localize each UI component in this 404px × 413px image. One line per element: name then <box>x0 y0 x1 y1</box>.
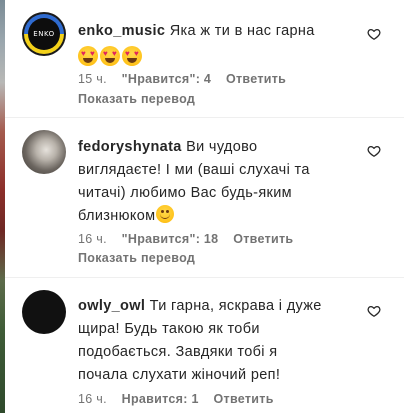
reply-button[interactable]: Ответить <box>226 72 286 86</box>
heart-eyes-face-icon: ♥ ♥ <box>78 46 98 67</box>
comment-username[interactable]: fedoryshynata <box>78 139 182 155</box>
comment-text-line: виглядаєте! І ми (ваші слухачі та <box>78 162 310 178</box>
comment-item: owly_owl Ти гарна, яскрава і дуже щира! … <box>22 290 392 410</box>
avatar[interactable] <box>22 290 66 334</box>
avatar-logo: ENKO <box>28 18 60 50</box>
divider <box>5 117 404 118</box>
comment-likes[interactable]: Нравится: 1 <box>122 392 199 406</box>
comment-likes[interactable]: "Нравится": 4 <box>122 72 212 86</box>
comment-username[interactable]: owly_owl <box>78 298 145 314</box>
reply-button[interactable]: Ответить <box>233 232 293 246</box>
comment-text-line: подобається. Завдяки тобі я <box>78 344 278 360</box>
comment-meta: 16 ч. "Нравится": 18 Ответить <box>78 232 304 246</box>
heart-eyes-face-icon: ♥ ♥ <box>100 46 120 67</box>
avatar[interactable] <box>22 130 66 174</box>
comment-body: enko_music Яка ж ти в нас гарна ♥ ♥ ♥ ♥ ♥ ♥ <box>78 20 374 69</box>
show-translation-button[interactable]: Показать перевод <box>78 92 195 106</box>
heart-outline-icon[interactable] <box>367 27 381 41</box>
comment-likes[interactable]: "Нравится": 18 <box>122 232 219 246</box>
comment-text: Яка ж ти в нас гарна <box>169 23 315 39</box>
emoji-row: ♥ ♥ ♥ ♥ ♥ ♥ <box>78 45 374 69</box>
comment-body: fedoryshynata Ви чудово виглядаєте! І ми… <box>78 136 374 228</box>
comment-text-line: щира! Будь такою як тоби <box>78 321 260 337</box>
comment-time: 15 ч. <box>78 72 107 86</box>
background-photo-edge <box>0 0 5 413</box>
comment-username[interactable]: enko_music <box>78 23 165 39</box>
reply-button[interactable]: Ответить <box>214 392 274 406</box>
comment-item: ENKO enko_music Яка ж ти в нас гарна ♥ ♥ ♥… <box>22 12 392 112</box>
heart-outline-icon[interactable] <box>367 304 381 318</box>
comment-meta: 16 ч. Нравится: 1 Ответить <box>78 392 285 406</box>
comment-text-line: читачі) любимо Вас будь-яким <box>78 185 292 201</box>
heart-outline-icon[interactable] <box>367 144 381 158</box>
comment-text-line: почала слухати жіночий реп! <box>78 367 281 383</box>
comment-time: 16 ч. <box>78 232 107 246</box>
heart-eyes-face-icon: ♥ ♥ <box>122 46 142 67</box>
comment-text-line: близнюком <box>78 208 156 224</box>
smiling-face-icon <box>156 205 175 223</box>
comment-time: 16 ч. <box>78 392 107 406</box>
avatar[interactable]: ENKO <box>22 12 66 56</box>
comment-meta: 15 ч. "Нравится": 4 Ответить <box>78 72 297 86</box>
show-translation-button[interactable]: Показать перевод <box>78 251 195 265</box>
comment-item: fedoryshynata Ви чудово виглядаєте! І ми… <box>22 130 392 270</box>
comment-text-line: Ти гарна, яскрава і дуже <box>149 298 322 314</box>
comment-text-line: Ви чудово <box>186 139 258 155</box>
comment-body: owly_owl Ти гарна, яскрава і дуже щира! … <box>78 295 374 387</box>
divider <box>5 277 404 278</box>
